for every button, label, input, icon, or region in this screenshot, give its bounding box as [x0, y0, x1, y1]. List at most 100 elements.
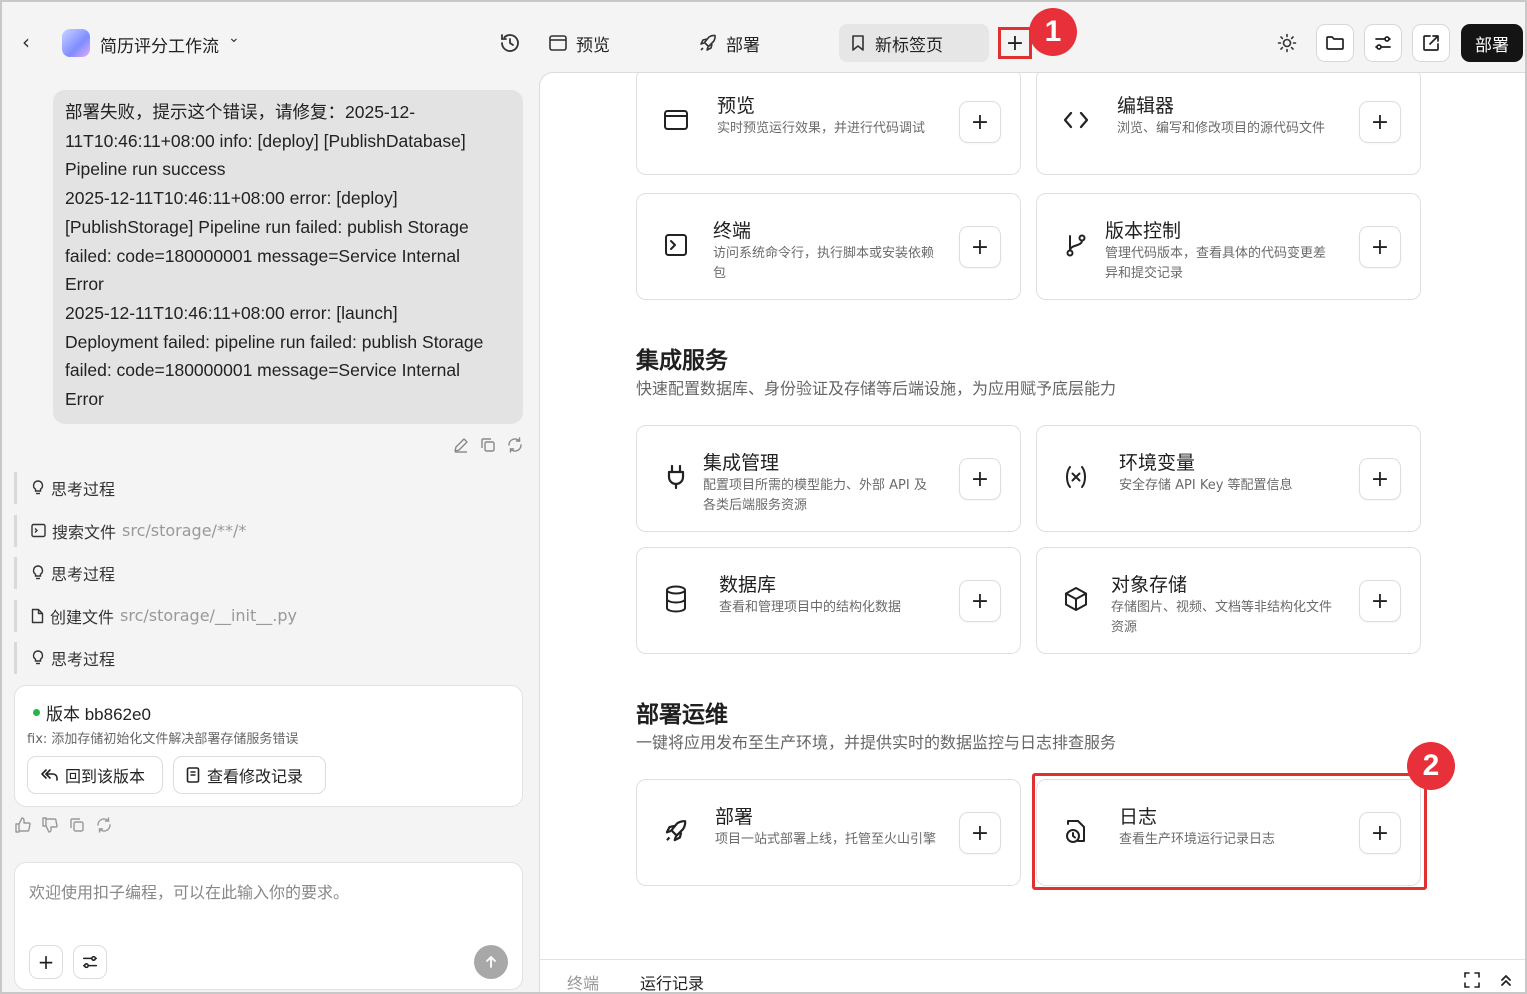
project-name[interactable]: 简历评分工作流	[100, 32, 219, 57]
card-preview[interactable]: 预览 实时预览运行效果，并进行代码调试 +	[636, 73, 1021, 175]
bookmark-icon	[852, 35, 864, 51]
tab-preview[interactable]: 预览	[538, 24, 620, 62]
edit-icon[interactable]	[452, 436, 470, 454]
restore-version-button[interactable]: 回到该版本	[27, 756, 163, 794]
annotation-badge-1: 1	[1029, 8, 1077, 56]
sun-icon	[1277, 33, 1297, 53]
folder-icon	[1326, 36, 1344, 50]
settings-button[interactable]	[1364, 24, 1402, 62]
open-external-button[interactable]	[1412, 24, 1450, 62]
card-database[interactable]: 数据库 查看和管理项目中的结构化数据 +	[636, 547, 1021, 654]
step-detail: src/storage/__init__.py	[120, 606, 297, 625]
card-desc: 查看和管理项目中的结构化数据	[719, 600, 902, 615]
rocket-icon	[661, 816, 691, 846]
external-link-icon	[1423, 35, 1439, 51]
folder-button[interactable]	[1316, 24, 1354, 62]
card-version-control[interactable]: 版本控制 管理代码版本，查看具体的代码变更差异和提交记录 +	[1036, 193, 1421, 300]
message-line: 2025-12-11T10:46:11+08:00 error: [launch…	[65, 302, 398, 323]
annotation-highlight-box	[1032, 773, 1427, 890]
theme-toggle-button[interactable]	[1268, 24, 1306, 62]
add-env-var-button[interactable]: +	[1359, 458, 1401, 500]
sliders-icon	[82, 955, 98, 969]
step-label: 思考过程	[51, 565, 116, 584]
chevron-down-icon[interactable]: ⌄	[228, 30, 240, 46]
tab-deploy[interactable]: 部署	[688, 24, 770, 62]
section-subtitle-integration: 快速配置数据库、身份验证及存储等后端设施，为应用赋予底层能力	[636, 379, 1117, 398]
chat-input-placeholder: 欢迎使用扣子编程，可以在此输入你的要求。	[29, 883, 350, 902]
terminal-icon	[661, 230, 691, 260]
add-terminal-button[interactable]: +	[959, 226, 1001, 268]
copy-icon[interactable]	[479, 436, 497, 454]
attach-button[interactable]: +	[29, 945, 63, 979]
back-icon[interactable]: ‹	[22, 30, 44, 54]
section-subtitle-ops: 一键将应用发布至生产环境，并提供实时的数据监控与日志排查服务	[636, 733, 1117, 752]
bulb-icon	[32, 480, 44, 495]
chat-input[interactable]: 欢迎使用扣子编程，可以在此输入你的要求。 +	[14, 862, 523, 990]
add-deploy-button[interactable]: +	[959, 812, 1001, 854]
retry-icon[interactable]	[506, 436, 524, 454]
bottom-tab-terminal[interactable]: 终端	[567, 970, 599, 992]
card-desc: 存储图片、视频、文档等非结构化文件资源	[1111, 600, 1333, 635]
view-changes-label: 查看修改记录	[207, 767, 304, 786]
step-create-file[interactable]: 创建文件 src/storage/__init__.py	[14, 599, 524, 632]
message-line: failed: code=180000001 message=Service I…	[65, 360, 460, 381]
tab-new[interactable]: 新标签页	[839, 24, 989, 62]
bulb-icon	[32, 565, 44, 580]
add-version-control-button[interactable]: +	[1359, 226, 1401, 268]
step-label: 创建文件	[50, 607, 115, 627]
add-tab-button[interactable]: +	[998, 27, 1032, 59]
card-title: 部署	[715, 806, 754, 828]
send-button[interactable]	[474, 945, 508, 979]
arrow-up-icon	[486, 956, 496, 968]
card-editor[interactable]: 编辑器 浏览、编写和修改项目的源代码文件 +	[1036, 73, 1421, 175]
step-thinking[interactable]: 思考过程	[14, 472, 524, 504]
add-integration-button[interactable]: +	[959, 458, 1001, 500]
card-title: 对象存储	[1111, 574, 1188, 596]
message-line: 11T10:46:11+08:00 info: [deploy] [Publis…	[65, 130, 466, 151]
regenerate-icon[interactable]	[95, 816, 113, 834]
thumbs-down-icon[interactable]	[41, 816, 59, 834]
git-branch-icon	[1061, 230, 1091, 260]
copy-icon[interactable]	[68, 816, 86, 834]
history-icon[interactable]	[498, 31, 522, 55]
bottom-tab-run-logs[interactable]: 运行记录	[640, 970, 704, 992]
card-object-storage[interactable]: 对象存储 存储图片、视频、文档等非结构化文件资源 +	[1036, 547, 1421, 654]
tools-button[interactable]	[73, 945, 107, 979]
card-title: 数据库	[719, 574, 777, 596]
card-title: 集成管理	[703, 452, 780, 474]
add-database-button[interactable]: +	[959, 580, 1001, 622]
card-desc: 配置项目所需的模型能力、外部 API 及各类后端服务资源	[703, 478, 927, 513]
message-line: Deployment failed: pipeline run failed: …	[65, 331, 484, 352]
card-title: 环境变量	[1119, 452, 1196, 474]
add-editor-button[interactable]: +	[1359, 101, 1401, 143]
card-environment-variables[interactable]: 环境变量 安全存储 API Key 等配置信息 +	[1036, 425, 1421, 532]
step-thinking[interactable]: 思考过程	[14, 642, 524, 674]
message-actions	[452, 436, 524, 454]
message-line: 2025-12-11T10:46:11+08:00 error: [deploy…	[65, 188, 398, 209]
card-terminal[interactable]: 终端 访问系统命令行，执行脚本或安装依赖包 +	[636, 193, 1021, 300]
terminal-icon	[31, 523, 46, 538]
message-line: 部署失败，提示这个错误，请修复：2025-12-	[65, 102, 416, 122]
card-integration-management[interactable]: 集成管理 配置项目所需的模型能力、外部 API 及各类后端服务资源 +	[636, 425, 1021, 532]
version-status-dot	[33, 709, 40, 716]
card-desc: 访问系统命令行，执行脚本或安装依赖包	[713, 246, 935, 281]
agent-steps: 思考过程 搜索文件 src/storage/**/* 思考过程 创建文件 src…	[14, 472, 524, 685]
step-label: 思考过程	[51, 480, 116, 499]
add-object-storage-button[interactable]: +	[1359, 580, 1401, 622]
file-icon	[31, 608, 44, 623]
top-bar: ‹ 简历评分工作流 ⌄ 预览 部署 新标签页 + 1 部署	[2, 2, 1525, 72]
deploy-button[interactable]: 部署	[1461, 24, 1523, 62]
card-deploy[interactable]: 部署 项目一站式部署上线，托管至火山引擎 +	[636, 779, 1021, 886]
chevron-up-icon[interactable]	[1498, 972, 1514, 988]
add-preview-button[interactable]: +	[959, 101, 1001, 143]
document-icon	[186, 767, 200, 783]
tab-deploy-label: 部署	[726, 35, 760, 56]
step-search-files[interactable]: 搜索文件 src/storage/**/*	[14, 514, 524, 547]
fullscreen-icon[interactable]	[1464, 972, 1480, 988]
feedback-actions	[14, 816, 113, 834]
step-thinking[interactable]: 思考过程	[14, 557, 524, 589]
code-icon	[1061, 105, 1091, 135]
view-changes-button[interactable]: 查看修改记录	[173, 756, 326, 794]
thumbs-up-icon[interactable]	[14, 816, 32, 834]
step-detail: src/storage/**/*	[122, 521, 247, 540]
